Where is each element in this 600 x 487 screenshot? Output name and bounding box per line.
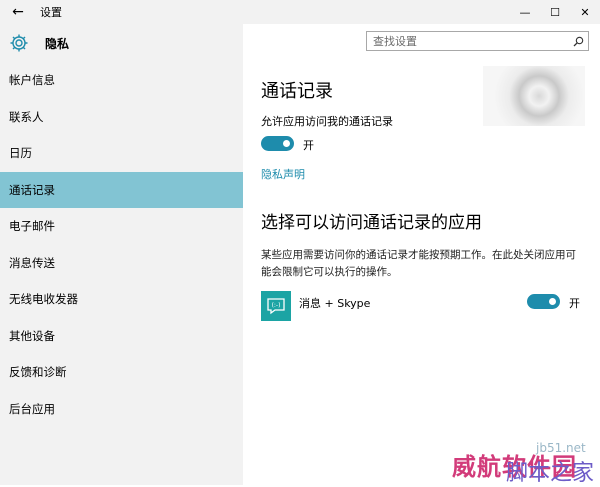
- svg-text:(:-): (:-): [272, 302, 281, 309]
- title-bar: ← 设置 — ☐ ✕: [0, 0, 600, 24]
- sidebar-item[interactable]: 其他设备: [0, 318, 243, 355]
- maximize-icon: ☐: [550, 5, 560, 19]
- close-button[interactable]: ✕: [570, 0, 600, 24]
- close-icon: ✕: [580, 5, 590, 19]
- watermark-script: 脚本之家: [506, 461, 595, 486]
- minimize-icon: —: [519, 5, 531, 19]
- nav-list: 帐户信息 联系人 日历 通话记录 电子邮件 消息传送 无线电收发器 其他设备 反馈和诊断 后台应用: [0, 62, 243, 427]
- sidebar-item[interactable]: 日历: [0, 135, 243, 172]
- allow-call-history-label: 允许应用访问我的通话记录: [261, 115, 393, 128]
- sidebar-item[interactable]: 通话记录: [0, 171, 243, 208]
- sidebar-item[interactable]: 电子邮件: [0, 208, 243, 245]
- sidebar-item[interactable]: 帐户信息: [0, 62, 243, 99]
- privacy-statement-link[interactable]: 隐私声明: [261, 166, 305, 182]
- back-arrow-icon: ←: [12, 4, 24, 20]
- sidebar-item[interactable]: 反馈和诊断: [0, 354, 243, 391]
- gear-icon[interactable]: [9, 33, 29, 53]
- app-name: 消息 + Skype: [299, 297, 371, 310]
- search-box[interactable]: [366, 31, 589, 51]
- allow-call-history-toggle[interactable]: [261, 136, 294, 151]
- sidebar-item[interactable]: 消息传送: [0, 245, 243, 282]
- app-access-toggle-state: 开: [569, 297, 580, 310]
- maximize-button[interactable]: ☐: [540, 0, 570, 24]
- sidebar-item[interactable]: 后台应用: [0, 391, 243, 428]
- sidebar-item[interactable]: 无线电收发器: [0, 281, 243, 318]
- back-button[interactable]: ←: [0, 0, 36, 24]
- messaging-skype-app-icon: (:-): [261, 291, 291, 321]
- window-controls: — ☐ ✕: [510, 0, 600, 24]
- apps-description: 某些应用需要访问你的通话记录才能按预期工作。在此处关闭应用可能会限制它可以执行的…: [261, 249, 576, 278]
- minimize-button[interactable]: —: [510, 0, 540, 24]
- sidebar-header: 隐私: [0, 24, 243, 62]
- page-title: 通话记录: [261, 81, 333, 102]
- allow-call-history-toggle-state: 开: [303, 139, 314, 152]
- search-input[interactable]: [367, 33, 568, 49]
- header-image: [483, 66, 585, 126]
- app-access-toggle[interactable]: [527, 294, 560, 309]
- sidebar: 隐私 帐户信息 联系人 日历 通话记录 电子邮件 消息传送 无线电收发器 其他设备 反馈和诊断后…: [0, 24, 243, 485]
- section-title: 隐私: [45, 36, 70, 51]
- sidebar-item[interactable]: 联系人: [0, 99, 243, 136]
- search-icon[interactable]: [568, 36, 588, 47]
- app-title: 设置: [40, 6, 62, 19]
- apps-section-title: 选择可以访问通话记录的应用: [261, 213, 482, 233]
